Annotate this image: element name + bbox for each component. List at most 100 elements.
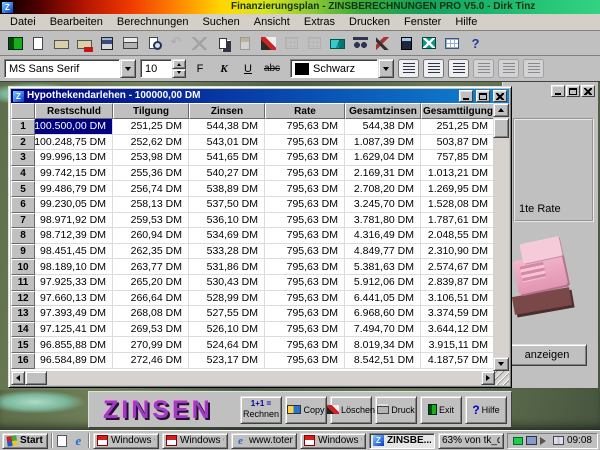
table-cell[interactable]: 795,63 DM [265,244,345,260]
row-number[interactable]: 11 [11,275,35,291]
table-cell[interactable]: 2.708,20 DM [345,181,421,197]
table-cell[interactable]: 252,62 DM [113,135,189,151]
table-cell[interactable]: 260,94 DM [113,228,189,244]
table-cell[interactable]: 99.230,05 DM [35,197,113,213]
table-cell[interactable]: 100.248,75 DM [35,135,113,151]
table-cell[interactable]: 98.451,45 DM [35,244,113,260]
table-cell[interactable]: 266,64 DM [113,291,189,307]
anzeigen-button[interactable]: anzeigen [507,344,587,366]
taskbar-task-0[interactable]: Windows C... [93,433,159,449]
row-number[interactable]: 8 [11,228,35,244]
table-cell[interactable]: 533,28 DM [189,244,265,260]
table-cell[interactable]: 3.374,59 DM [421,306,493,322]
table-cell[interactable]: 269,53 DM [113,322,189,338]
table-cell[interactable]: 544,38 DM [189,119,265,135]
mail-button[interactable] [326,33,348,54]
quicklaunch-desktop-button[interactable] [56,433,69,448]
menu-item-ansicht[interactable]: Ansicht [248,15,296,29]
vertical-scroll-thumb[interactable] [493,118,509,138]
column-header[interactable]: Restschuld [35,103,113,119]
table-cell[interactable]: 97.393,49 DM [35,306,113,322]
row-number[interactable]: 14 [11,322,35,338]
table-cell[interactable]: 265,20 DM [113,275,189,291]
taskbar-task-1[interactable]: Windows C... [162,433,228,449]
table-cell[interactable]: 1.528,08 DM [421,197,493,213]
font-name-combo[interactable]: MS Sans Serif [4,59,136,78]
row-number[interactable]: 7 [11,213,35,229]
table-cell[interactable]: 255,36 DM [113,166,189,182]
print-preview-button[interactable] [142,33,164,54]
row-number[interactable]: 16 [11,353,35,369]
status-led-icon[interactable] [513,437,523,445]
table-cell[interactable]: 541,65 DM [189,150,265,166]
exchange-button[interactable] [418,33,440,54]
table-cell[interactable]: 530,43 DM [189,275,265,291]
spinner-up-button[interactable] [172,59,186,69]
menu-item-fenster[interactable]: Fenster [398,15,447,29]
menu-item-hilfe[interactable]: Hilfe [449,15,483,29]
table-cell[interactable]: 2.310,90 DM [421,244,493,260]
bold-button[interactable]: F [190,59,210,78]
table-cell[interactable]: 256,74 DM [113,181,189,197]
table-cell[interactable]: 2.574,67 DM [421,259,493,275]
help-button[interactable] [464,33,486,54]
table-cell[interactable]: 97.125,41 DM [35,322,113,338]
table-cell[interactable]: 544,38 DM [345,119,421,135]
row-number[interactable]: 1 [11,119,35,135]
copy-button[interactable]: Copy [285,396,327,424]
taskbar-task-5[interactable]: 63% von tk_do... [438,433,504,449]
table-cell[interactable]: 98.712,39 DM [35,228,113,244]
corner-cell[interactable] [11,103,35,119]
table-cell[interactable]: 100.500,00 DM [35,119,113,135]
table-cell[interactable]: 1.087,39 DM [345,135,421,151]
table-cell[interactable]: 795,63 DM [265,306,345,322]
table-cell[interactable]: 527,55 DM [189,306,265,322]
table-cell[interactable]: 8.019,34 DM [345,337,421,353]
row-number[interactable]: 4 [11,166,35,182]
table-cell[interactable]: 98.189,10 DM [35,259,113,275]
close-button[interactable] [581,85,595,97]
table-cell[interactable]: 259,53 DM [113,213,189,229]
table-button[interactable] [441,33,463,54]
row-number[interactable]: 6 [11,197,35,213]
row-number[interactable]: 2 [11,135,35,151]
table-cell[interactable]: 99.486,79 DM [35,181,113,197]
menu-item-extras[interactable]: Extras [298,15,341,29]
table-cell[interactable]: 6.441,05 DM [345,291,421,307]
table-cell[interactable]: 795,63 DM [265,337,345,353]
print-button[interactable] [119,33,141,54]
table-cell[interactable]: 795,63 DM [265,119,345,135]
scroll-up-button[interactable] [493,103,509,117]
doc-minimize-button[interactable] [459,90,473,102]
align-center-button[interactable] [423,59,444,78]
table-cell[interactable]: 795,63 DM [265,135,345,151]
table-cell[interactable]: 526,10 DM [189,322,265,338]
settings-tools-button[interactable] [372,33,394,54]
format-brush-button[interactable] [257,33,279,54]
minimize-button[interactable] [551,85,565,97]
font-size-spinner[interactable] [172,59,186,78]
new-document-button[interactable] [27,33,49,54]
app-titlebar[interactable]: Z Finanzierungsplan - ZINSBERECHNUNGEN P… [0,0,600,14]
column-header[interactable]: Tilgung [113,103,189,119]
exit-button[interactable]: Exit [420,396,462,424]
table-cell[interactable]: 1.269,95 DM [421,181,493,197]
table-cell[interactable]: 99.996,13 DM [35,150,113,166]
italic-button[interactable]: K [214,59,234,78]
row-number[interactable]: 5 [11,181,35,197]
table-cell[interactable]: 536,10 DM [189,213,265,229]
column-header[interactable]: Rate [265,103,345,119]
table-cell[interactable]: 795,63 DM [265,353,345,369]
table-cell[interactable]: 795,63 DM [265,166,345,182]
table-cell[interactable]: 258,13 DM [113,197,189,213]
horizontal-scroll-thumb[interactable] [25,371,47,385]
table-cell[interactable]: 7.494,70 DM [345,322,421,338]
table-cell[interactable]: 795,63 DM [265,213,345,229]
table-cell[interactable]: 795,63 DM [265,197,345,213]
calculator-button[interactable] [395,33,417,54]
row-number[interactable]: 3 [11,150,35,166]
table-cell[interactable]: 795,63 DM [265,322,345,338]
row-number[interactable]: 15 [11,337,35,353]
spinner-down-button[interactable] [172,69,186,79]
maximize-button[interactable] [566,85,580,97]
